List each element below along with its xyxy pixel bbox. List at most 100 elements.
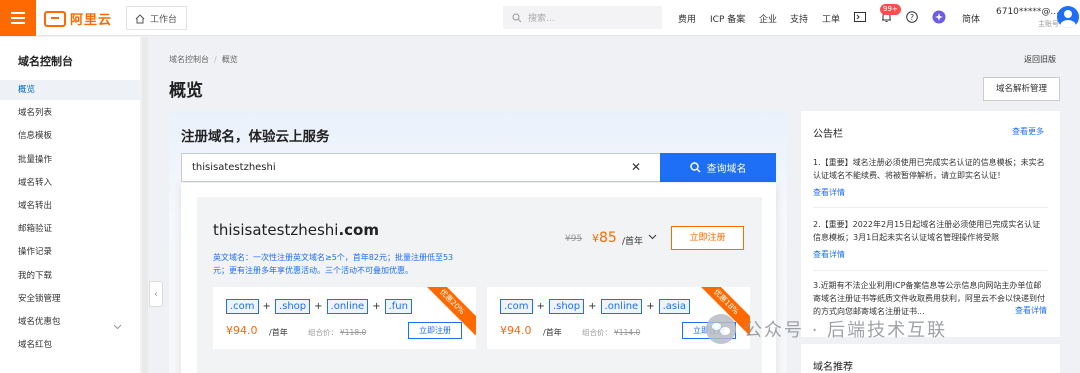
notification-badge: 99+ bbox=[880, 4, 901, 15]
sidebar-item[interactable]: 安全锁管理 bbox=[0, 289, 140, 309]
sidebar-item-label: 安全锁管理 bbox=[18, 293, 61, 304]
breadcrumb-item[interactable]: 域名控制台 bbox=[169, 55, 209, 64]
global-search-input[interactable]: 搜索... bbox=[503, 6, 662, 29]
register-now-button[interactable]: 立即注册 bbox=[671, 226, 744, 250]
domain-recommend-title: 域名推荐 bbox=[813, 362, 853, 373]
bundle-tld-list: .com + .shop + .online + .asia bbox=[500, 299, 691, 314]
assistant-icon[interactable] bbox=[931, 9, 947, 25]
notice-title: 公告栏 bbox=[813, 129, 843, 140]
sidebar-item[interactable]: 操作记录 bbox=[0, 242, 140, 262]
back-to-old-version-link[interactable]: 返回旧版 bbox=[1024, 54, 1056, 65]
plus-sign: + bbox=[314, 301, 323, 312]
hamburger-menu-icon[interactable] bbox=[0, 0, 36, 36]
dns-management-button[interactable]: 域名解析管理 bbox=[983, 77, 1060, 101]
sidebar-item-label: 域名转入 bbox=[18, 177, 53, 188]
nav-ticket[interactable]: 工单 bbox=[822, 0, 840, 36]
sidebar-item[interactable]: 域名列表 bbox=[0, 103, 140, 123]
sidebar-item-label: 域名红包 bbox=[18, 340, 53, 351]
plus-sign: + bbox=[372, 301, 381, 312]
workbench-button[interactable]: 工作台 bbox=[126, 6, 187, 30]
sidebar-item[interactable]: 域名转出 bbox=[0, 196, 140, 216]
tld-tag: .online bbox=[326, 299, 369, 314]
page-title: 概览 bbox=[169, 81, 203, 101]
plus-sign: + bbox=[262, 301, 271, 312]
help-icon[interactable]: ? bbox=[904, 9, 920, 25]
aliyun-logo[interactable]: 阿里云 bbox=[44, 9, 112, 28]
query-button-label: 查询域名 bbox=[706, 164, 747, 175]
tld-tag: .shop bbox=[548, 299, 585, 314]
tld-tag: .fun bbox=[384, 299, 412, 314]
chevron-down-icon[interactable] bbox=[648, 233, 657, 243]
bundle-price: ¥94.0 bbox=[500, 324, 532, 337]
plus-sign: + bbox=[536, 301, 545, 312]
breadcrumb-item: 概览 bbox=[221, 55, 238, 64]
watermark: 公众号 · 后端技术互联 bbox=[706, 314, 947, 344]
notice-detail-link[interactable]: 查看详情 bbox=[813, 249, 845, 260]
sidebar-item-label: 操作记录 bbox=[18, 247, 53, 258]
sidebar-item[interactable]: 批量操作 bbox=[0, 150, 140, 170]
bundle-card: .com + .shop + .online + .fun ¥94.0/首年 组合价： ¥118.… bbox=[213, 287, 476, 349]
sidebar-item-label: 批量操作 bbox=[18, 154, 53, 165]
discount-price: ¥85 bbox=[592, 230, 617, 246]
search-icon bbox=[512, 13, 522, 22]
nav-icp[interactable]: ICP 备案 bbox=[710, 0, 745, 36]
sidebar-item-label: 域名列表 bbox=[18, 108, 53, 119]
search-icon bbox=[689, 162, 701, 173]
account-name: 6710*****@... bbox=[996, 7, 1059, 17]
plus-sign: + bbox=[588, 301, 597, 312]
sidebar-item[interactable]: 我的下载 bbox=[0, 266, 140, 286]
sidebar-item[interactable]: 信息模板 bbox=[0, 126, 140, 146]
tld-tag: .asia bbox=[658, 299, 691, 314]
notice-more-link[interactable]: 查看更多 bbox=[1012, 126, 1044, 137]
search-placeholder: 搜索... bbox=[528, 14, 555, 24]
sidebar-item[interactable]: 域名红包 bbox=[0, 335, 140, 355]
plus-sign: + bbox=[646, 301, 655, 312]
tld-tag: .com bbox=[500, 299, 533, 314]
workbench-label: 工作台 bbox=[150, 14, 178, 25]
sidebar-scrollbar[interactable] bbox=[142, 37, 148, 373]
domain-search-input[interactable]: thisisatestzheshi bbox=[181, 153, 661, 182]
sidebar-item-label: 我的下载 bbox=[18, 270, 53, 281]
sidebar-item-label: 概览 bbox=[18, 85, 36, 95]
bundle-combo-price: 组合价： ¥114.0 bbox=[582, 328, 641, 337]
query-domain-button[interactable]: 查询域名 bbox=[660, 153, 776, 182]
watermark-text: 公众号 · 后端技术互联 bbox=[744, 320, 948, 341]
result-domain-name: thisisatestzheshi.com bbox=[213, 221, 379, 239]
notice-detail-link[interactable]: 查看详情 bbox=[813, 187, 845, 198]
language-switch[interactable]: 简体 bbox=[962, 0, 980, 36]
sidebar-item-label: 域名转出 bbox=[18, 201, 53, 211]
bundle-register-button[interactable]: 立即注册 bbox=[408, 322, 462, 339]
terminal-icon[interactable] bbox=[852, 9, 868, 25]
home-icon bbox=[135, 13, 145, 23]
original-price: ¥95 bbox=[565, 234, 583, 244]
tld-tag: .com bbox=[226, 299, 259, 314]
collapse-sidebar-icon[interactable]: ‹ bbox=[149, 281, 163, 307]
logo-text: 阿里云 bbox=[70, 13, 113, 28]
account-menu[interactable]: 6710*****@... 主账号 bbox=[996, 6, 1059, 30]
breadcrumb: 域名控制台 / 概览 bbox=[169, 55, 238, 64]
nav-billing[interactable]: 费用 bbox=[678, 0, 696, 36]
sidebar-item-label: 域名优惠包 bbox=[18, 317, 61, 327]
top-bar: 阿里云 工作台 搜索... 费用 ICP 备案 企业 支持 工单 99+ ? 简… bbox=[0, 0, 1080, 36]
sidebar-item[interactable]: 概览 bbox=[0, 80, 140, 100]
avatar[interactable] bbox=[1057, 6, 1079, 28]
sidebar-item-label: 邮箱验证 bbox=[18, 224, 53, 235]
nav-enterprise[interactable]: 企业 bbox=[759, 0, 777, 36]
wechat-logo-icon bbox=[706, 314, 736, 344]
sidebar-item[interactable]: 域名转入 bbox=[0, 173, 140, 193]
notice-item[interactable]: 1.【重要】域名注册必须使用已完成实名认证的信息模板；未实名认证域名不能续费、将… bbox=[813, 156, 1048, 182]
sidebar-item[interactable]: 邮箱验证 bbox=[0, 219, 140, 239]
account-role: 主账号 bbox=[1038, 20, 1059, 28]
promo-text: 英文域名：一次性注册英文域名≥5个，首年82元；批量注册低至53 元；更有注册多… bbox=[213, 253, 454, 275]
sidebar-item[interactable]: 域名优惠包 bbox=[0, 312, 140, 332]
sidebar-item-label: 信息模板 bbox=[18, 131, 53, 142]
notice-detail-link[interactable]: 查看详情 bbox=[1012, 305, 1047, 316]
clear-input-icon[interactable]: ✕ bbox=[629, 160, 643, 174]
svg-text:?: ? bbox=[910, 13, 914, 22]
price-unit: /首年 bbox=[622, 237, 644, 247]
register-title: 注册域名，体验云上服务 bbox=[181, 129, 330, 145]
notice-item[interactable]: 2.【重要】2022年2月15日起域名注册必须使用已完成实名认证信息模板；3月1… bbox=[813, 218, 1048, 244]
tld-tag: .shop bbox=[274, 299, 311, 314]
nav-support[interactable]: 支持 bbox=[790, 0, 808, 36]
tld-tag: .online bbox=[600, 299, 643, 314]
